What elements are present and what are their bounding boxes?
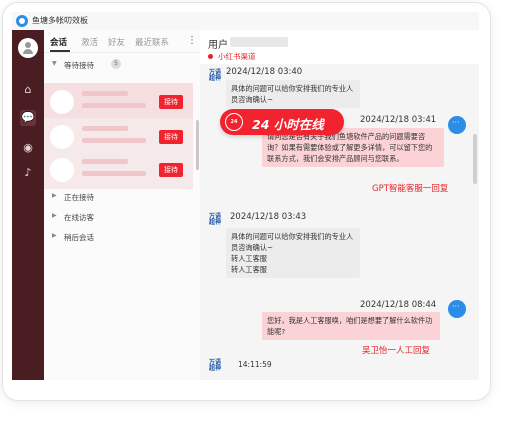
message-line: 具体的问题可以给你安排我们的专业人员咨询确认~ [231, 232, 354, 252]
clock-icon: 24 [225, 113, 243, 131]
tab-recent[interactable]: 最近联系 [135, 36, 169, 48]
more-icon[interactable]: ⋮ [187, 35, 197, 46]
my-avatar[interactable] [18, 38, 38, 58]
conversation-tabs: 会话 激活 好友 最近联系 ⋮ [44, 30, 200, 53]
avatar [50, 90, 74, 114]
agent-avatar [448, 300, 466, 318]
chat-header: 用户 小红书渠道 [200, 30, 479, 64]
title-bar: 鱼塘多帐叨效板 [12, 12, 479, 31]
logo-text: 超神 [208, 75, 221, 82]
caret-right-icon: ▶ [52, 212, 57, 219]
list-item[interactable]: 接待 [44, 83, 193, 121]
message-bubble: 您好，我是人工客服唤，咱们是想要了解什么软件功能呢? [262, 312, 440, 340]
message-bubble: 具体的问题可以给你安排我们的专业人员咨询确认~ 转人工客服 转人工客服 [226, 228, 360, 278]
tiktok-icon[interactable]: ♪ [20, 165, 36, 181]
group-waiting-label: 等待接待 [64, 61, 94, 70]
app-logo-icon [16, 15, 28, 27]
brand-logo-icon: 万语 超神 [208, 70, 222, 82]
bot-avatar [448, 116, 466, 134]
caret-right-icon: ▶ [52, 232, 57, 239]
promo-24h-badge: 24 24 小时在线 [220, 109, 344, 135]
avatar [50, 125, 74, 149]
app-window: 鱼塘多帐叨效板 ⌂ 💬 ◉ ♪ 会话 激活 好友 最近联系 ⋮ ▼ 等待接待 5… [12, 12, 479, 380]
brand-logo-icon: 万语 超神 [208, 214, 222, 226]
waiting-count-badge: 5 [111, 59, 121, 69]
username-redacted [230, 37, 288, 47]
icon-sidebar: ⌂ 💬 ◉ ♪ [12, 30, 44, 380]
user-label: 用户 [208, 40, 228, 51]
chat-icon[interactable]: 💬 [20, 110, 36, 126]
accept-button[interactable]: 接待 [159, 130, 183, 144]
group-later-label: 稍后会话 [64, 233, 94, 242]
message-bubble: 具体的问题可以给你安排我们的专业人员咨询确认~ [226, 80, 360, 108]
logo-text: 超神 [208, 365, 221, 372]
name-redacted [82, 126, 128, 131]
message-time: 14:11:59 [238, 360, 272, 369]
group-serving-label: 正在接待 [64, 193, 94, 202]
tab-conversation[interactable]: 会话 [50, 36, 67, 48]
message-line: 转人工客服 [231, 265, 267, 274]
brand-logo-icon: 万语 超神 [208, 360, 222, 372]
chat-scrollbar[interactable] [473, 134, 477, 184]
list-item[interactable]: 接待 [44, 151, 193, 189]
human-reply-caption: 吴卫怡一人工回复 [362, 346, 431, 356]
chat-pane: 用户 小红书渠道 万语 超神 2024/12/18 03:40 具体的问题可以给你… [200, 30, 479, 380]
home-icon[interactable]: ⌂ [20, 82, 36, 98]
preview-redacted [82, 171, 146, 176]
conversation-list-pane: 会话 激活 好友 最近联系 ⋮ ▼ 等待接待 5 接待 接待 接待 ▶ 正在接待… [44, 30, 201, 380]
channel-label: 小红书渠道 [218, 52, 256, 61]
accept-button[interactable]: 接待 [159, 95, 183, 109]
message-time: 2024/12/18 03:40 [226, 67, 303, 77]
tab-friends[interactable]: 好友 [108, 36, 125, 48]
accept-button[interactable]: 接待 [159, 163, 183, 177]
list-scrollbar[interactable] [196, 120, 199, 170]
name-redacted [82, 91, 128, 96]
message-line: 转人工客服 [231, 254, 267, 263]
preview-redacted [82, 138, 146, 143]
group-later[interactable]: ▶ 稍后会话 [44, 227, 194, 247]
channel-dot [208, 54, 213, 59]
group-online-visitors-label: 在线访客 [64, 213, 94, 222]
group-waiting[interactable]: ▼ 等待接待 5 [44, 55, 194, 75]
app-title: 鱼塘多帐叨效板 [32, 16, 88, 25]
name-redacted [82, 159, 128, 164]
preview-redacted [82, 103, 146, 108]
wechat-icon[interactable]: ◉ [20, 140, 36, 156]
message-time: 2024/12/18 03:41 [360, 115, 437, 125]
promo-text: 24 小时在线 [252, 117, 324, 132]
message-time: 2024/12/18 08:44 [360, 300, 437, 310]
tab-activate[interactable]: 激活 [81, 36, 98, 48]
message-time: 2024/12/18 03:43 [230, 212, 307, 222]
caret-right-icon: ▶ [52, 192, 57, 199]
group-online-visitors[interactable]: ▶ 在线访客 [44, 207, 194, 227]
logo-text: 超神 [208, 219, 221, 226]
gpt-reply-caption: GPT智能客服一回复 [372, 184, 449, 194]
caret-down-icon: ▼ [52, 60, 57, 67]
group-serving[interactable]: ▶ 正在接待 [44, 187, 194, 207]
avatar [50, 158, 74, 182]
tab-underline [50, 50, 70, 52]
